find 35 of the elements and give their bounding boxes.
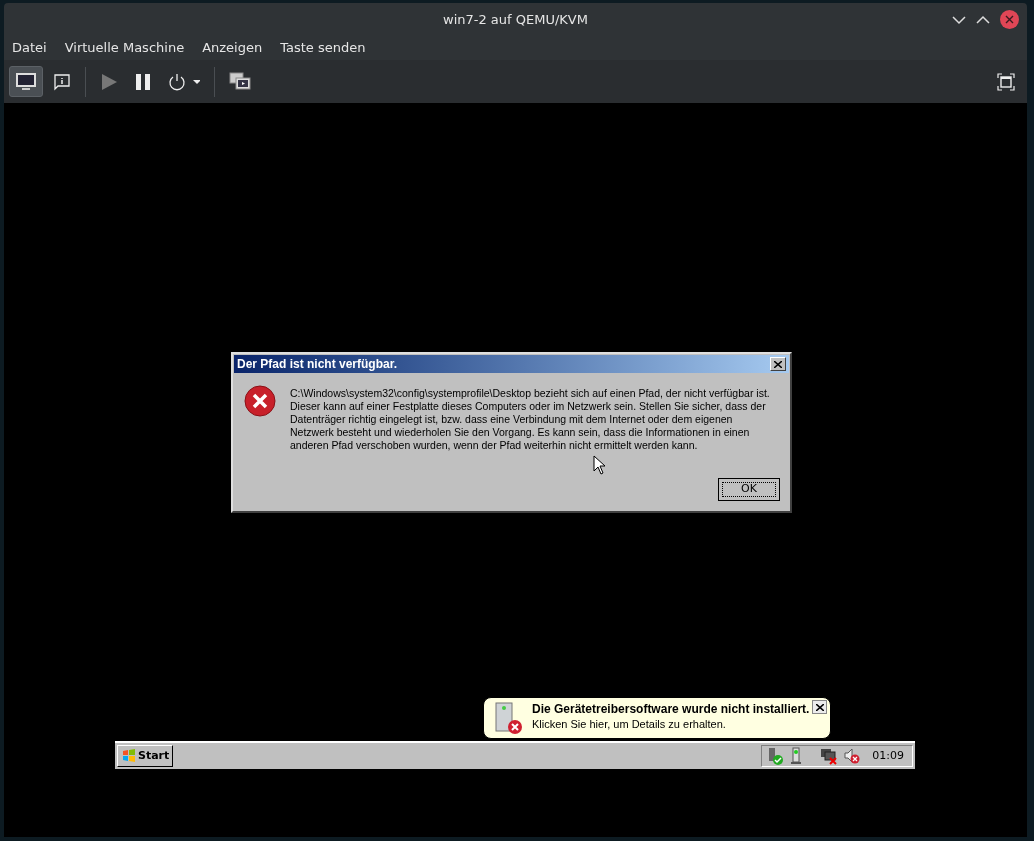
display-button[interactable] [9, 66, 43, 97]
clock: 01:09 [872, 747, 904, 764]
fullscreen-icon[interactable] [997, 73, 1015, 91]
monitors-icon [229, 71, 251, 92]
dialog-message: C:\Windows\system32\config\systemprofile\Desktop bezieht sich auf einen Pfad, der nicht verfügbar ist. Dieser kann auf einer Festplatte dieses Computers oder im Netzwerk sein. Stellen Sie sicher, dass der Datenträger richtig eingelegt ist, bzw. dass eine Verbindung mit dem Internet oder dem eigenen Netzwerk besteht und wiederholen Sie den Vorgang. Es kann sein, dass die Informationen in einen anderen Pfad verschoben wurden, wenn der Pfad weiterhin nicht ermittelt werden kann. [290, 386, 771, 452]
menu-item[interactable]: Taste senden [280, 38, 366, 58]
close-button[interactable] [812, 700, 827, 714]
notification-balloon[interactable]: Die Gerätetreibersoftware wurde nicht installiert. Klicken Sie hier, um Details zu erhalten. [483, 697, 831, 739]
drive-icon[interactable] [790, 747, 803, 765]
menu-item[interactable]: Datei [12, 38, 47, 58]
network-error-icon[interactable] [820, 747, 839, 765]
menu-item[interactable]: Anzeigen [202, 38, 263, 58]
error-icon [244, 385, 276, 417]
close-icon [774, 360, 782, 368]
drive-error-icon [492, 701, 524, 735]
power-icon [168, 72, 200, 91]
display-icon [15, 71, 37, 92]
dialog-title: Der Pfad ist nicht verfügbar. [237, 356, 398, 373]
balloon-text: Klicken Sie hier, um Details zu erhalten. [532, 717, 727, 731]
window-title: win7-2 auf QEMU/KVM [443, 10, 588, 29]
windows-logo-icon [121, 748, 137, 764]
maximize-icon[interactable] [976, 14, 990, 25]
info-icon [53, 72, 71, 91]
menu-item[interactable]: Virtuelle Maschine [64, 38, 185, 58]
play-icon [100, 72, 118, 91]
mouse-cursor-icon [593, 455, 606, 475]
close-icon [815, 703, 824, 711]
minimize-icon[interactable] [952, 14, 966, 25]
speaker-muted-icon[interactable] [844, 747, 861, 765]
start-button[interactable]: Start [117, 745, 174, 767]
usb-check-icon[interactable] [766, 747, 785, 765]
pause-icon [134, 72, 152, 91]
ok-button[interactable]: OK [718, 478, 780, 501]
balloon-title: Die Gerätetreibersoftware wurde nicht installiert. [532, 701, 810, 717]
close-icon[interactable] [1000, 10, 1019, 29]
